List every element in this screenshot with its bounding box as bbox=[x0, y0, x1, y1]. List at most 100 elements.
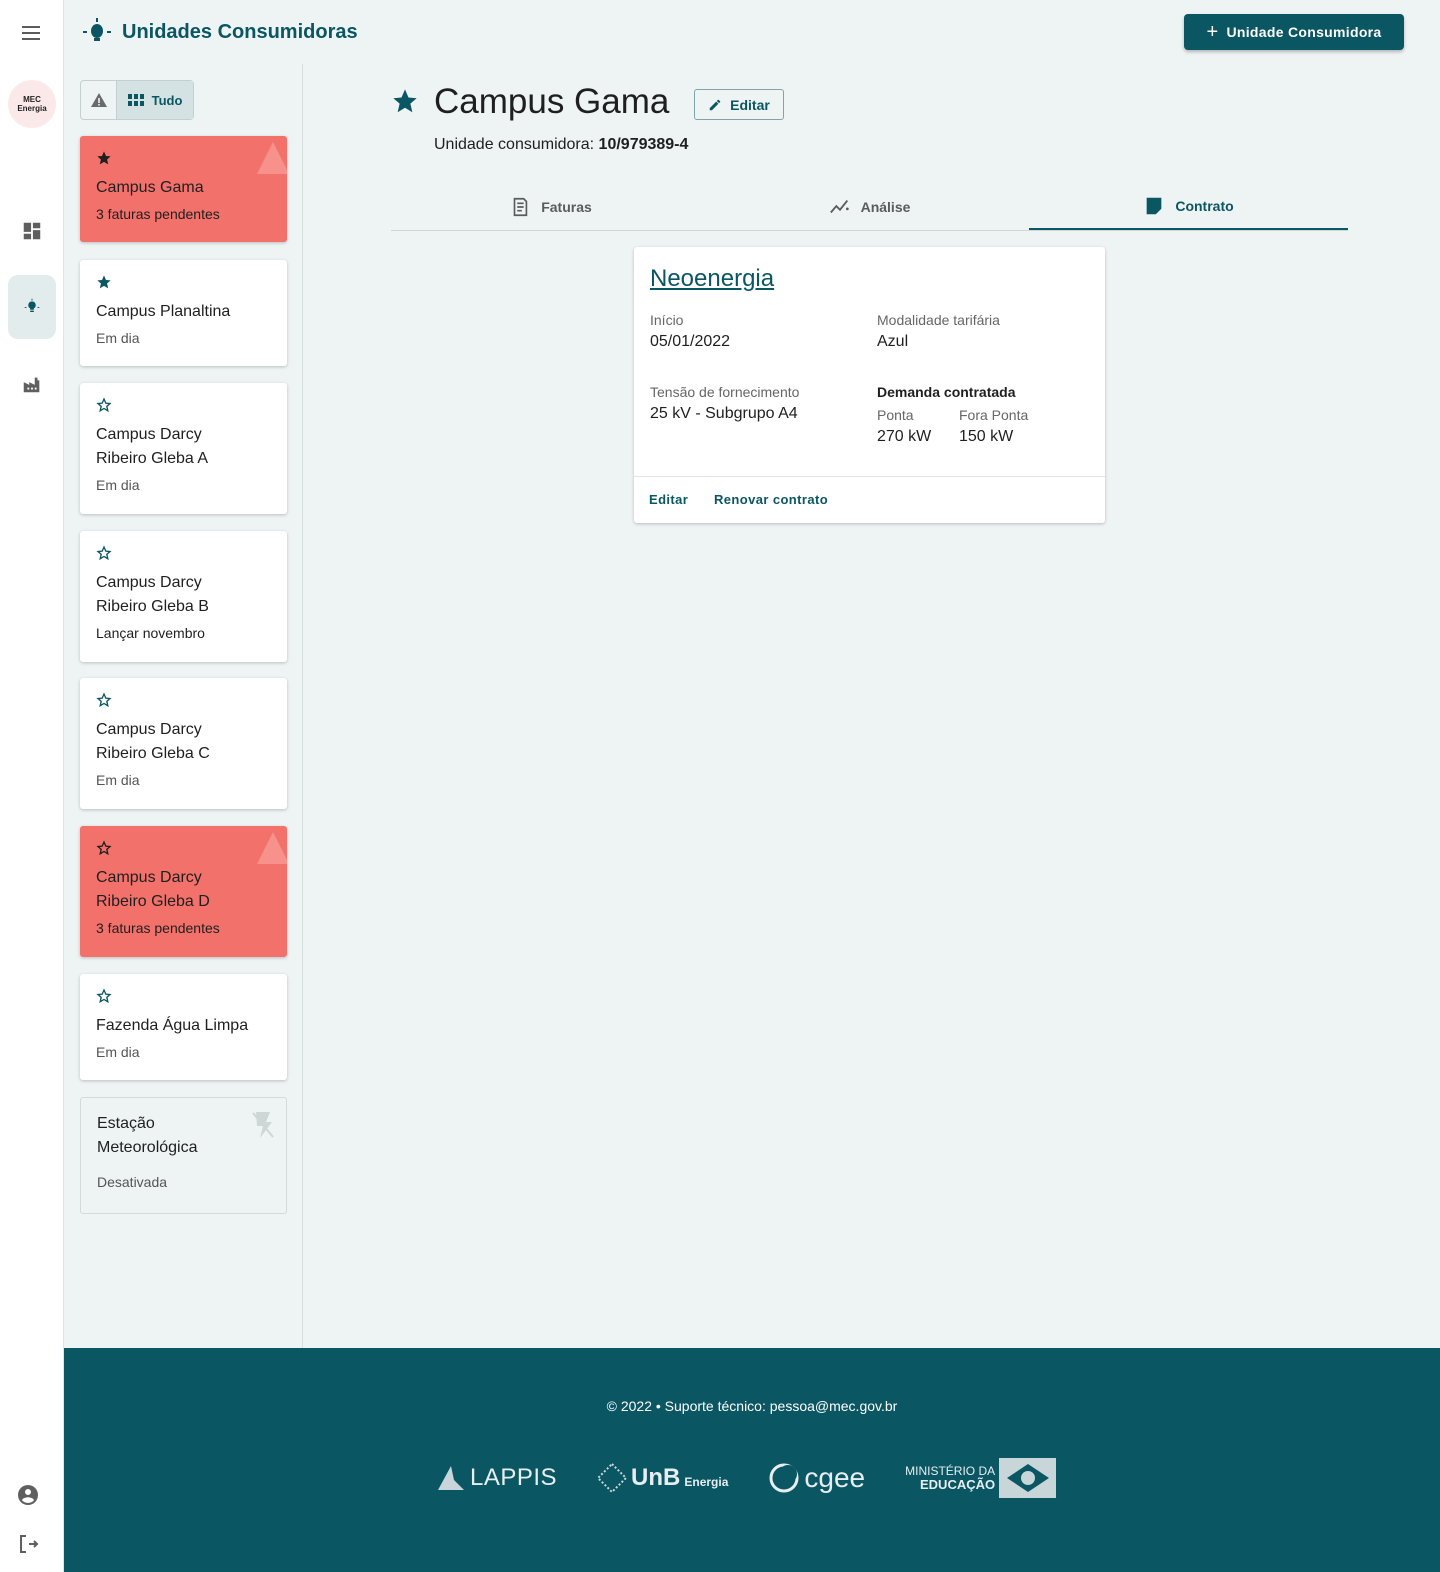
unit-card[interactable]: Campus Planaltina Em dia bbox=[80, 260, 287, 366]
tariff-label: Modalidade tarifária bbox=[877, 312, 1000, 328]
peak-label: Ponta bbox=[877, 407, 914, 423]
unb-logo: UnB Energia bbox=[597, 1463, 728, 1493]
unit-name: Campus Gama bbox=[96, 179, 204, 196]
unit-name: Campus Darcy Ribeiro Gleba C bbox=[96, 721, 210, 762]
contract-icon bbox=[1146, 197, 1162, 215]
warning-icon bbox=[257, 832, 287, 864]
nav-rail: MEC Energia bbox=[0, 0, 64, 1572]
unit-card[interactable]: Campus Darcy Ribeiro Gleba B Lançar nove… bbox=[80, 531, 287, 662]
contract-card: Neoenergia Início 05/01/2022 Modalidade … bbox=[634, 247, 1105, 523]
footer: © 2022 • Suporte técnico: pessoa@mec.gov… bbox=[64, 1348, 1440, 1572]
unit-status: Lançar novembro bbox=[96, 625, 205, 641]
unit-status: 3 faturas pendentes bbox=[96, 920, 220, 936]
unit-card-disabled[interactable]: Estação Meteorológica Desativada bbox=[80, 1097, 287, 1214]
unit-card[interactable]: Campus Darcy Ribeiro Gleba D 3 faturas p… bbox=[80, 826, 287, 957]
star-outline-icon[interactable] bbox=[96, 545, 112, 561]
unit-name: Campus Darcy Ribeiro Gleba D bbox=[96, 869, 210, 910]
demand-label: Demanda contratada bbox=[877, 384, 1016, 400]
unit-code: Unidade consumidora: 10/979389-4 bbox=[434, 136, 688, 154]
factory-icon bbox=[23, 377, 40, 393]
lappis-logo: LAPPIS bbox=[436, 1464, 557, 1492]
offpeak-value: 150 kW bbox=[959, 428, 1014, 445]
peak-value: 270 kW bbox=[877, 428, 932, 445]
unb-mark-icon bbox=[597, 1463, 628, 1493]
dashboard-icon bbox=[23, 222, 41, 240]
lightbulb-icon bbox=[24, 298, 40, 313]
add-button-label: Unidade Consumidora bbox=[1226, 24, 1382, 40]
warning-icon bbox=[257, 142, 287, 174]
unit-detail-title: Campus Gama bbox=[434, 82, 670, 121]
tab-label: Contrato bbox=[1175, 198, 1234, 214]
warning-icon bbox=[90, 93, 107, 107]
nav-consumer-units[interactable] bbox=[8, 275, 56, 339]
unit-status: 3 faturas pendentes bbox=[96, 206, 220, 222]
star-filled-icon[interactable] bbox=[96, 150, 112, 166]
tab-analise[interactable]: Análise bbox=[710, 184, 1029, 230]
filter-toggle: Tudo bbox=[80, 80, 194, 120]
unit-status: Em dia bbox=[96, 772, 140, 788]
start-label: Início bbox=[650, 312, 684, 328]
unit-name: Campus Planaltina bbox=[96, 303, 231, 320]
edit-contract-button[interactable]: Editar bbox=[649, 492, 688, 507]
cgee-mark-icon bbox=[769, 1463, 799, 1493]
nav-dashboard[interactable] bbox=[8, 207, 56, 255]
star-outline-icon[interactable] bbox=[96, 397, 112, 413]
unit-status: Em dia bbox=[96, 477, 140, 493]
star-outline-icon[interactable] bbox=[96, 988, 112, 1004]
filter-pending-button[interactable] bbox=[81, 81, 117, 119]
pencil-icon bbox=[709, 99, 721, 110]
cgee-logo: cgee bbox=[768, 1462, 865, 1494]
edit-label: Editar bbox=[730, 96, 770, 113]
lappis-mark-icon bbox=[438, 1466, 464, 1490]
unit-status: Em dia bbox=[96, 1044, 140, 1060]
start-value: 05/01/2022 bbox=[650, 333, 731, 350]
unit-code-value: 10/979389-4 bbox=[598, 136, 689, 153]
account-icon[interactable] bbox=[16, 1483, 40, 1507]
star-outline-icon[interactable] bbox=[96, 692, 112, 708]
star-outline-icon[interactable] bbox=[96, 840, 112, 856]
edit-unit-button[interactable]: Editar bbox=[694, 89, 784, 120]
page-title: Unidades Consumidoras bbox=[82, 16, 358, 48]
unit-card[interactable]: Campus Darcy Ribeiro Gleba C Em dia bbox=[80, 678, 287, 809]
page-title-text: Unidades Consumidoras bbox=[122, 20, 358, 43]
star-filled-icon[interactable] bbox=[391, 87, 419, 115]
renew-contract-button[interactable]: Renovar contrato bbox=[714, 492, 828, 507]
tariff-value: Azul bbox=[877, 333, 909, 350]
unit-card[interactable]: Campus Darcy Ribeiro Gleba A Em dia bbox=[80, 383, 287, 514]
unit-name: Fazenda Água Limpa bbox=[96, 1017, 249, 1034]
unit-status: Em dia bbox=[96, 330, 140, 346]
filter-all-button[interactable]: Tudo bbox=[117, 81, 193, 119]
logo-text-1: MEC bbox=[23, 95, 41, 104]
voltage-value: 25 kV - Subgrupo A4 bbox=[650, 405, 798, 422]
flash-off-icon bbox=[252, 1112, 274, 1138]
plus-icon: + bbox=[1206, 21, 1219, 43]
nav-distributors[interactable] bbox=[8, 360, 56, 408]
logout-icon[interactable] bbox=[16, 1532, 40, 1556]
unit-status: Desativada bbox=[97, 1174, 168, 1190]
voltage-label: Tensão de fornecimento bbox=[650, 384, 800, 400]
distributor-link[interactable]: Neoenergia bbox=[650, 265, 774, 293]
star-filled-icon[interactable] bbox=[96, 274, 112, 290]
tab-contrato[interactable]: Contrato bbox=[1029, 184, 1348, 230]
filter-all-label: Tudo bbox=[151, 92, 183, 108]
footer-copyright: © 2022 • Suporte técnico: pessoa@mec.gov… bbox=[606, 1398, 898, 1414]
receipt-icon bbox=[513, 197, 528, 217]
unit-name: Estação Meteorológica bbox=[97, 1115, 198, 1156]
app-logo[interactable]: MEC Energia bbox=[8, 80, 56, 128]
tab-faturas[interactable]: Faturas bbox=[391, 184, 710, 230]
unit-card[interactable]: Fazenda Água Limpa Em dia bbox=[80, 974, 287, 1080]
unit-name: Campus Darcy Ribeiro Gleba A bbox=[96, 426, 209, 467]
add-consumer-unit-button[interactable]: + Unidade Consumidora bbox=[1184, 14, 1404, 50]
unit-card[interactable]: Campus Gama 3 faturas pendentes bbox=[80, 136, 287, 242]
tab-label: Análise bbox=[860, 199, 911, 215]
mec-logo: MINISTÉRIO DA EDUCAÇÃO bbox=[905, 1458, 1057, 1498]
unit-list-sidebar: Tudo Campus Gama 3 faturas pendentes Cam… bbox=[64, 64, 303, 1348]
logo-text-2: Energia bbox=[17, 104, 47, 113]
grid-icon bbox=[127, 94, 144, 106]
unit-name: Campus Darcy Ribeiro Gleba B bbox=[96, 574, 209, 615]
lightbulb-icon bbox=[83, 18, 111, 41]
partner-logos: LAPPIS UnB Energia cgee MINISTÉRIO DA ED… bbox=[436, 1453, 1057, 1503]
menu-icon[interactable] bbox=[20, 22, 44, 42]
analytics-icon bbox=[829, 200, 849, 214]
unit-code-label: Unidade consumidora: bbox=[434, 136, 595, 153]
